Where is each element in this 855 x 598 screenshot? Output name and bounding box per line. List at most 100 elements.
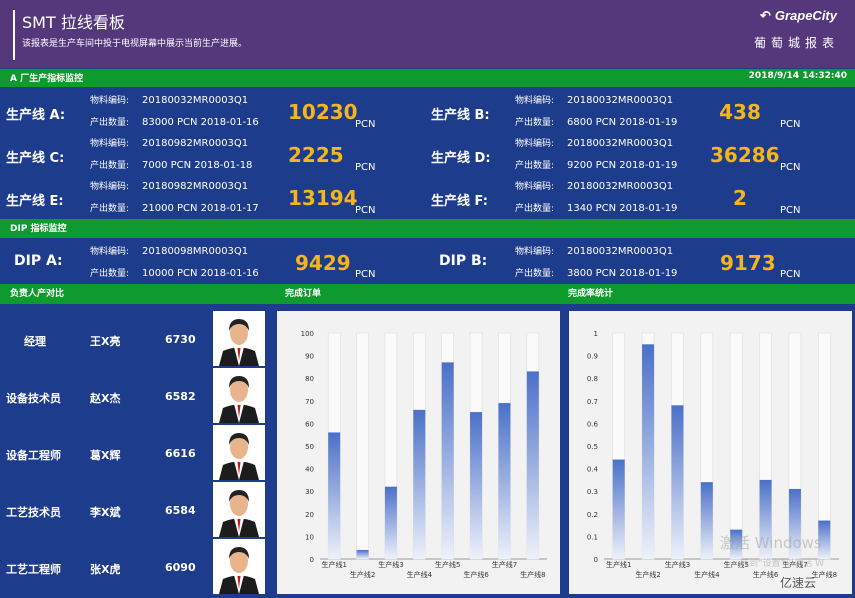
bar: [356, 549, 369, 559]
line-label: 生产线 A:: [6, 108, 66, 123]
dip-label: DIP A:: [14, 253, 63, 269]
dip-label: DIP B:: [439, 253, 488, 269]
bar: [498, 403, 511, 559]
y-tick-label: 0.7: [587, 398, 598, 406]
person-role: 工艺技术员: [6, 506, 61, 519]
person-icon: [213, 539, 265, 594]
output-qty: 3800 PCN 2018-01-19: [567, 268, 678, 279]
y-tick-label: 0.9: [587, 353, 598, 361]
person-score: 6616: [165, 447, 196, 460]
bar: [526, 371, 539, 559]
person-title: 负责人产对比: [10, 289, 65, 299]
line-info: 物料编码: 20180982MR0003Q1 产出数量: 21000 PCN 2018…: [90, 176, 259, 220]
dip-value: 9173: [720, 251, 776, 275]
line-value: 2225: [288, 143, 344, 167]
line-info: 物料编码: 20180032MR0003Q1 产出数量: 1340 PCN 2018-…: [515, 176, 677, 220]
y-tick-label: 0.8: [587, 375, 598, 383]
person-score: 6730: [165, 333, 196, 346]
dip-info: 物料编码: 20180032MR0003Q1 产出数量: 3800 PCN 2018-…: [515, 241, 677, 285]
bar: [413, 409, 426, 559]
person-role: 工艺工程师: [6, 563, 61, 576]
y-tick-label: 0.6: [587, 420, 599, 428]
output-label: 产出数量:: [515, 204, 555, 214]
bar: [700, 482, 713, 559]
person-score: 6584: [165, 504, 196, 517]
y-tick-label: 0.5: [587, 443, 598, 451]
x-tick-label: 生产线8: [520, 570, 545, 579]
dip-unit: PCN: [780, 269, 801, 280]
x-tick-label: 生产线3: [378, 560, 403, 569]
person-row: 设备技术员 赵X杰 6582: [0, 368, 270, 425]
material-code: 20180032MR0003Q1: [567, 181, 674, 192]
orders-chart-panel: 0 10 20 30 40 50 60 70 80 90 100 生产线1 生产线2 生产线3 生产线4 生产…: [277, 311, 560, 594]
y-tick-label: 80: [305, 375, 314, 383]
dip-unit: PCN: [355, 269, 376, 280]
line-label: 生产线 E:: [6, 194, 64, 209]
material-code: 20180098MR0003Q1: [142, 246, 249, 257]
bar: [642, 344, 655, 559]
y-tick-label: 100: [301, 330, 314, 338]
output-label: 产出数量:: [90, 118, 130, 128]
material-label: 物料编码:: [515, 96, 555, 106]
person-icon: [213, 482, 265, 537]
line-label: 生产线 D:: [431, 151, 491, 166]
y-tick-label: 30: [305, 488, 314, 496]
y-tick-label: 20: [305, 511, 314, 519]
page-title: SMT 拉线看板: [22, 13, 125, 32]
material-label: 物料编码:: [90, 139, 130, 149]
material-label: 物料编码:: [515, 182, 555, 192]
y-tick-label: 0.3: [587, 488, 598, 496]
person-role: 设备工程师: [6, 449, 61, 462]
material-label: 物料编码:: [90, 247, 130, 257]
output-qty: 7000 PCN 2018-01-18: [142, 160, 253, 171]
line-info: 物料编码: 20180982MR0003Q1 产出数量: 7000 PCN 2018-…: [90, 133, 252, 177]
bar: [384, 486, 397, 559]
person-icon: [213, 368, 265, 423]
y-tick-label: 0.4: [587, 466, 599, 474]
section-bar-dip: DIP 指标监控: [0, 219, 855, 238]
material-code: 20180982MR0003Q1: [142, 138, 249, 149]
person-name: 王X亮: [90, 335, 121, 348]
bar: [671, 405, 684, 559]
output-label: 产出数量:: [90, 269, 130, 279]
line-unit: PCN: [780, 205, 801, 216]
y-tick-label: 1: [594, 330, 598, 338]
y-tick-label: 50: [305, 443, 314, 451]
bar-track: [356, 332, 369, 560]
person-name: 李X斌: [90, 506, 121, 519]
material-code: 20180032MR0003Q1: [142, 95, 249, 106]
x-tick-label: 生产线6: [753, 570, 779, 579]
output-qty: 83000 PCN 2018-01-16: [142, 117, 259, 128]
bar: [441, 362, 454, 559]
x-tick-label: 生产线1: [321, 560, 346, 569]
page-subtitle: 该报表是生产车间中投于电视屏幕中展示当前生产进展。: [22, 39, 248, 49]
material-label: 物料编码:: [90, 182, 130, 192]
line-info: 物料编码: 20180032MR0003Q1 产出数量: 83000 PCN 2018…: [90, 90, 259, 134]
x-tick-label: 生产线7: [492, 560, 517, 569]
material-code: 20180032MR0003Q1: [567, 95, 674, 106]
section-bar-bottom: 负责人产对比 完成订单 完成率统计: [0, 284, 855, 304]
line-label: 生产线 F:: [431, 194, 488, 209]
person-row: 工艺技术员 李X斌 6584: [0, 482, 270, 539]
rate-title: 完成率统计: [568, 289, 614, 299]
bar: [612, 459, 625, 559]
grape-icon: ↶: [759, 8, 771, 23]
bar: [328, 432, 341, 559]
material-label: 物料编码:: [515, 247, 555, 257]
material-code: 20180032MR0003Q1: [567, 246, 674, 257]
material-label: 物料编码:: [90, 96, 130, 106]
x-tick-label: 生产线2: [635, 570, 660, 579]
y-tick-label: 60: [305, 420, 314, 428]
output-qty: 1340 PCN 2018-01-19: [567, 203, 678, 214]
orders-title: 完成订单: [285, 289, 322, 299]
datetime: 2018/9/14 14:32:40: [748, 71, 847, 81]
person-name: 赵X杰: [90, 392, 121, 405]
person-role: 经理: [24, 335, 46, 348]
line-info: 物料编码: 20180032MR0003Q1 产出数量: 9200 PCN 2018-…: [515, 133, 677, 177]
grapecity-logo[interactable]: ↶ GrapeCity: [760, 8, 837, 24]
y-tick-label: 0.1: [587, 533, 598, 541]
line-unit: PCN: [780, 162, 801, 173]
dip-value: 9429: [295, 251, 351, 275]
person-score: 6582: [165, 390, 196, 403]
person-row: 工艺工程师 张X虎 6090: [0, 539, 270, 596]
